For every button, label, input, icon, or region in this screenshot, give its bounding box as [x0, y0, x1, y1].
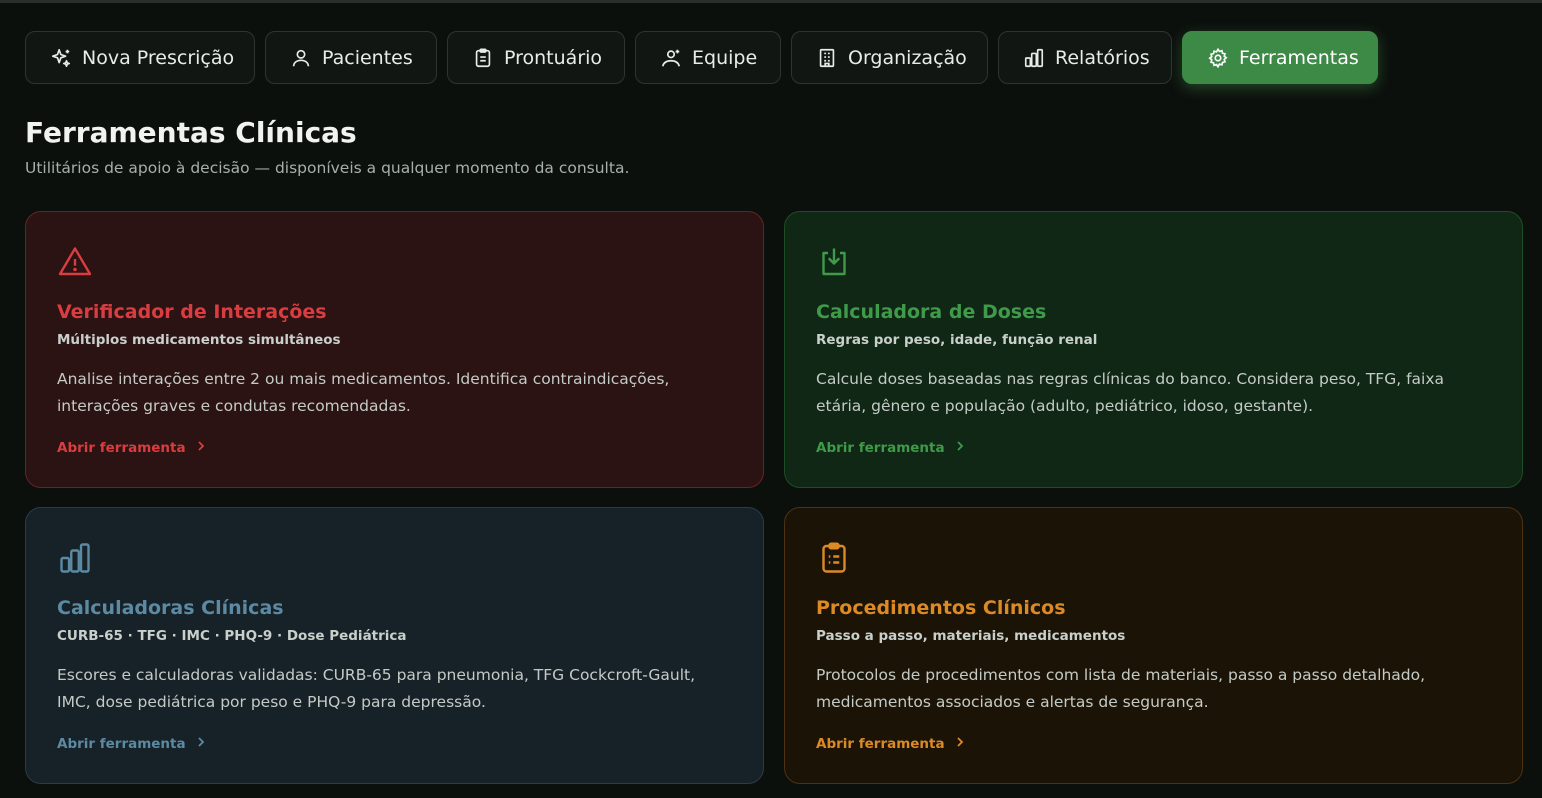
- clipboard-icon: [472, 47, 494, 69]
- tab-relatorios[interactable]: Relatórios: [998, 31, 1172, 84]
- card-verificador-interacoes[interactable]: Verificador de Interações Múltiplos medi…: [25, 211, 764, 488]
- page-subtitle: Utilitários de apoio à decisão — disponí…: [25, 159, 630, 177]
- card-calculadora-doses[interactable]: Calculadora de Doses Regras por peso, id…: [784, 211, 1523, 488]
- card-title: Procedimentos Clínicos: [816, 597, 1066, 619]
- user-icon: [290, 47, 312, 69]
- clipboard-list-icon: [816, 540, 852, 576]
- bar-chart-icon: [57, 540, 93, 576]
- open-tool-label: Abrir ferramenta: [816, 440, 945, 456]
- card-subtitle: CURB-65 · TFG · IMC · PHQ-9 · Dose Pediá…: [57, 628, 407, 644]
- card-title: Verificador de Interações: [57, 301, 327, 323]
- chevron-right-icon: [196, 736, 206, 752]
- tab-label: Pacientes: [322, 46, 413, 69]
- tab-label: Prontuário: [504, 46, 603, 69]
- tab-nova-prescricao[interactable]: Nova Prescrição: [25, 31, 255, 84]
- bar-chart-icon: [1023, 47, 1045, 69]
- tab-label: Relatórios: [1055, 46, 1150, 69]
- card-description: Calcule doses baseadas nas regras clínic…: [816, 370, 1445, 415]
- building-icon: [816, 47, 838, 69]
- chevron-right-icon: [955, 440, 965, 456]
- open-tool-label: Abrir ferramenta: [57, 440, 186, 456]
- card-description: Protocolos de procedimentos com lista de…: [816, 666, 1426, 711]
- download-box-icon: [816, 244, 852, 280]
- chevron-right-icon: [955, 736, 965, 752]
- tab-label: Equipe: [692, 46, 758, 69]
- open-tool-label: Abrir ferramenta: [57, 736, 186, 752]
- tab-label: Organização: [848, 46, 967, 69]
- card-title: Calculadora de Doses: [816, 301, 1047, 323]
- open-tool-link[interactable]: Abrir ferramenta: [816, 736, 965, 752]
- card-subtitle: Múltiplos medicamentos simultâneos: [57, 332, 341, 348]
- card-procedimentos-clinicos[interactable]: Procedimentos Clínicos Passo a passo, ma…: [784, 507, 1523, 784]
- card-description: Escores e calculadoras validadas: CURB-6…: [57, 666, 696, 711]
- open-tool-link[interactable]: Abrir ferramenta: [816, 440, 965, 456]
- card-subtitle: Regras por peso, idade, função renal: [816, 332, 1098, 348]
- card-subtitle: Passo a passo, materiais, medicamentos: [816, 628, 1126, 644]
- tab-organizacao[interactable]: Organização: [791, 31, 988, 84]
- tab-label: Ferramentas: [1239, 46, 1359, 69]
- sparkles-icon: [50, 47, 72, 69]
- card-calculadoras-clinicas[interactable]: Calculadoras Clínicas CURB-65 · TFG · IM…: [25, 507, 764, 784]
- tab-pacientes[interactable]: Pacientes: [265, 31, 437, 84]
- team-icon: [660, 47, 682, 69]
- open-tool-link[interactable]: Abrir ferramenta: [57, 440, 206, 456]
- tab-label: Nova Prescrição: [82, 46, 235, 69]
- warning-triangle-icon: [57, 244, 93, 280]
- tab-ferramentas[interactable]: Ferramentas: [1182, 31, 1378, 84]
- tab-equipe[interactable]: Equipe: [635, 31, 781, 84]
- page-title: Ferramentas Clínicas: [25, 116, 357, 149]
- open-tool-link[interactable]: Abrir ferramenta: [57, 736, 206, 752]
- card-description: Analise interações entre 2 ou mais medic…: [57, 370, 670, 415]
- main-nav: Nova Prescrição Pacientes Prontuário Equ…: [25, 31, 1378, 84]
- tab-prontuario[interactable]: Prontuário: [447, 31, 625, 84]
- chevron-right-icon: [196, 440, 206, 456]
- window-top-border: [0, 0, 1542, 3]
- open-tool-label: Abrir ferramenta: [816, 736, 945, 752]
- card-title: Calculadoras Clínicas: [57, 597, 284, 619]
- gear-icon: [1207, 47, 1229, 69]
